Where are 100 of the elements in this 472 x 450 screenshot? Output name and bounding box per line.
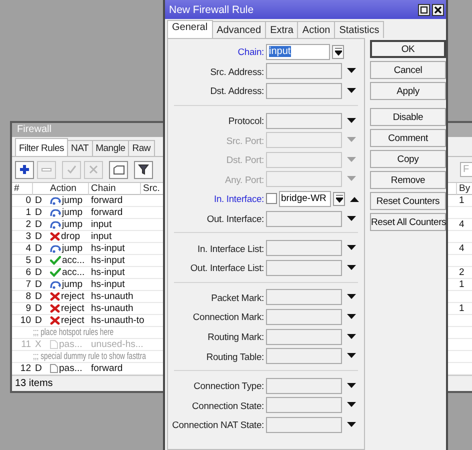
chain-cell-text: hs-input: [90, 255, 126, 266]
dropdown-arrow-icon[interactable]: [347, 216, 356, 222]
dialog-button[interactable]: Copy: [370, 150, 446, 168]
dialog-button[interactable]: Comment: [370, 129, 446, 147]
flag-cell-text: D: [34, 303, 43, 314]
flag-cell-text: D: [34, 207, 43, 218]
field-label: Out. Interface:: [206, 213, 264, 224]
dropdown-icon: [334, 48, 342, 56]
input-field[interactable]: [266, 260, 342, 276]
filter-icon: [138, 164, 149, 175]
dropdown-button[interactable]: [333, 192, 345, 206]
row-number: 5: [24, 255, 32, 266]
dropdown-button[interactable]: [332, 44, 344, 59]
dialog-button[interactable]: OK: [370, 40, 446, 58]
row-number: 2: [24, 219, 32, 230]
maximize-button[interactable]: [418, 4, 430, 16]
input-field[interactable]: [266, 348, 342, 364]
dropdown-arrow-icon[interactable]: [347, 382, 356, 389]
flag-cell-text: D: [34, 291, 43, 302]
input-field[interactable]: [266, 63, 342, 80]
chain-cell-text: forward: [90, 363, 124, 374]
flag-cell-text: D: [34, 363, 43, 374]
field-label: Routing Mark:: [206, 331, 264, 342]
dropdown-arrow-icon[interactable]: [347, 264, 356, 271]
input-field[interactable]: [266, 82, 342, 99]
filter-button[interactable]: [134, 160, 153, 178]
dropdown-arrow-icon[interactable]: [347, 314, 356, 320]
field-label: Src. Address:: [209, 66, 264, 77]
input-field[interactable]: [266, 397, 342, 414]
dropdown-arrow-icon[interactable]: [347, 294, 356, 300]
row-number: 9: [24, 303, 32, 314]
dropdown-arrow-icon[interactable]: [347, 402, 356, 408]
row-number: 0: [24, 195, 32, 206]
input-field[interactable]: [266, 240, 342, 256]
dropdown-arrow-icon[interactable]: [347, 353, 356, 360]
jump-icon: [50, 244, 61, 252]
input-field[interactable]: input: [266, 44, 330, 60]
input-field[interactable]: [266, 171, 342, 188]
input-field[interactable]: [266, 328, 342, 345]
input-field[interactable]: [266, 152, 342, 168]
action-cell: pas...: [59, 363, 82, 374]
column-header: #: [12, 183, 33, 195]
field-label: Dst. Port:: [225, 154, 264, 166]
comment-button[interactable]: [109, 160, 128, 178]
field-label: Any. Port:: [224, 174, 264, 185]
input-field[interactable]: [266, 210, 342, 227]
dropdown-arrow-icon[interactable]: [347, 245, 356, 252]
close-icon: [434, 6, 442, 14]
checkbox[interactable]: [266, 193, 277, 204]
dialog-button[interactable]: Remove: [370, 171, 446, 189]
tab[interactable]: Raw: [128, 140, 155, 156]
jump-icon: [50, 208, 61, 216]
action-cell: jump: [62, 207, 83, 218]
dropdown-arrow-icon[interactable]: [347, 422, 356, 428]
field-label: In. Interface:: [212, 193, 264, 204]
action-cell: jump: [62, 195, 83, 206]
dropdown-arrow-icon[interactable]: [347, 68, 356, 74]
check-icon: [50, 256, 61, 265]
input-field[interactable]: [266, 132, 342, 148]
tab[interactable]: Filter Rules: [15, 138, 68, 156]
field-label: Routing Table:: [205, 350, 264, 362]
input-field[interactable]: [266, 378, 342, 394]
tab[interactable]: Mangle: [92, 140, 130, 156]
input-field[interactable]: bridge-WR: [279, 190, 331, 207]
collapse-arrow-icon[interactable]: [350, 196, 359, 202]
action-cell: jump: [62, 243, 83, 254]
action-cell: reject: [61, 291, 84, 302]
field-label: Connection State:: [191, 400, 264, 411]
chain-cell-text: hs-input: [90, 267, 126, 278]
dropdown-arrow-icon[interactable]: [347, 88, 356, 94]
plus-icon: [19, 164, 30, 175]
input-field[interactable]: [266, 289, 342, 306]
dropdown-arrow-icon[interactable]: [347, 334, 356, 340]
cross-icon: [50, 292, 60, 301]
input-field[interactable]: [266, 416, 342, 433]
field-label: Connection Type:: [192, 380, 264, 392]
dialog-button[interactable]: Reset Counters: [370, 192, 446, 210]
tab[interactable]: General: [167, 20, 213, 38]
dialog-button[interactable]: Disable: [370, 108, 446, 126]
flag-cell-text: D: [34, 315, 43, 326]
chain-cell-text: unused-hs...: [90, 339, 141, 350]
input-field[interactable]: [266, 308, 342, 325]
action-cell: drop: [61, 231, 80, 242]
chain-cell-text: hs-unauth: [90, 291, 134, 302]
dropdown-arrow-icon[interactable]: [347, 118, 356, 124]
row-number: 1: [24, 207, 32, 218]
close-button[interactable]: [432, 4, 444, 16]
dialog-button[interactable]: Cancel: [370, 61, 446, 79]
chain-cell-text: hs-input: [90, 243, 126, 254]
add-button[interactable]: [15, 160, 34, 178]
row-number: 6: [24, 267, 32, 278]
input-field[interactable]: [266, 112, 342, 129]
find-field[interactable]: F: [460, 162, 472, 177]
document-icon: [50, 364, 58, 373]
chain-cell-text: input: [90, 219, 113, 230]
flag-cell-text: D: [34, 279, 43, 290]
cross-icon: [88, 164, 99, 175]
dialog-button[interactable]: Apply: [370, 82, 446, 100]
dialog-button[interactable]: Reset All Counters: [370, 213, 446, 231]
bytes-cell-text: 1: [458, 195, 466, 206]
